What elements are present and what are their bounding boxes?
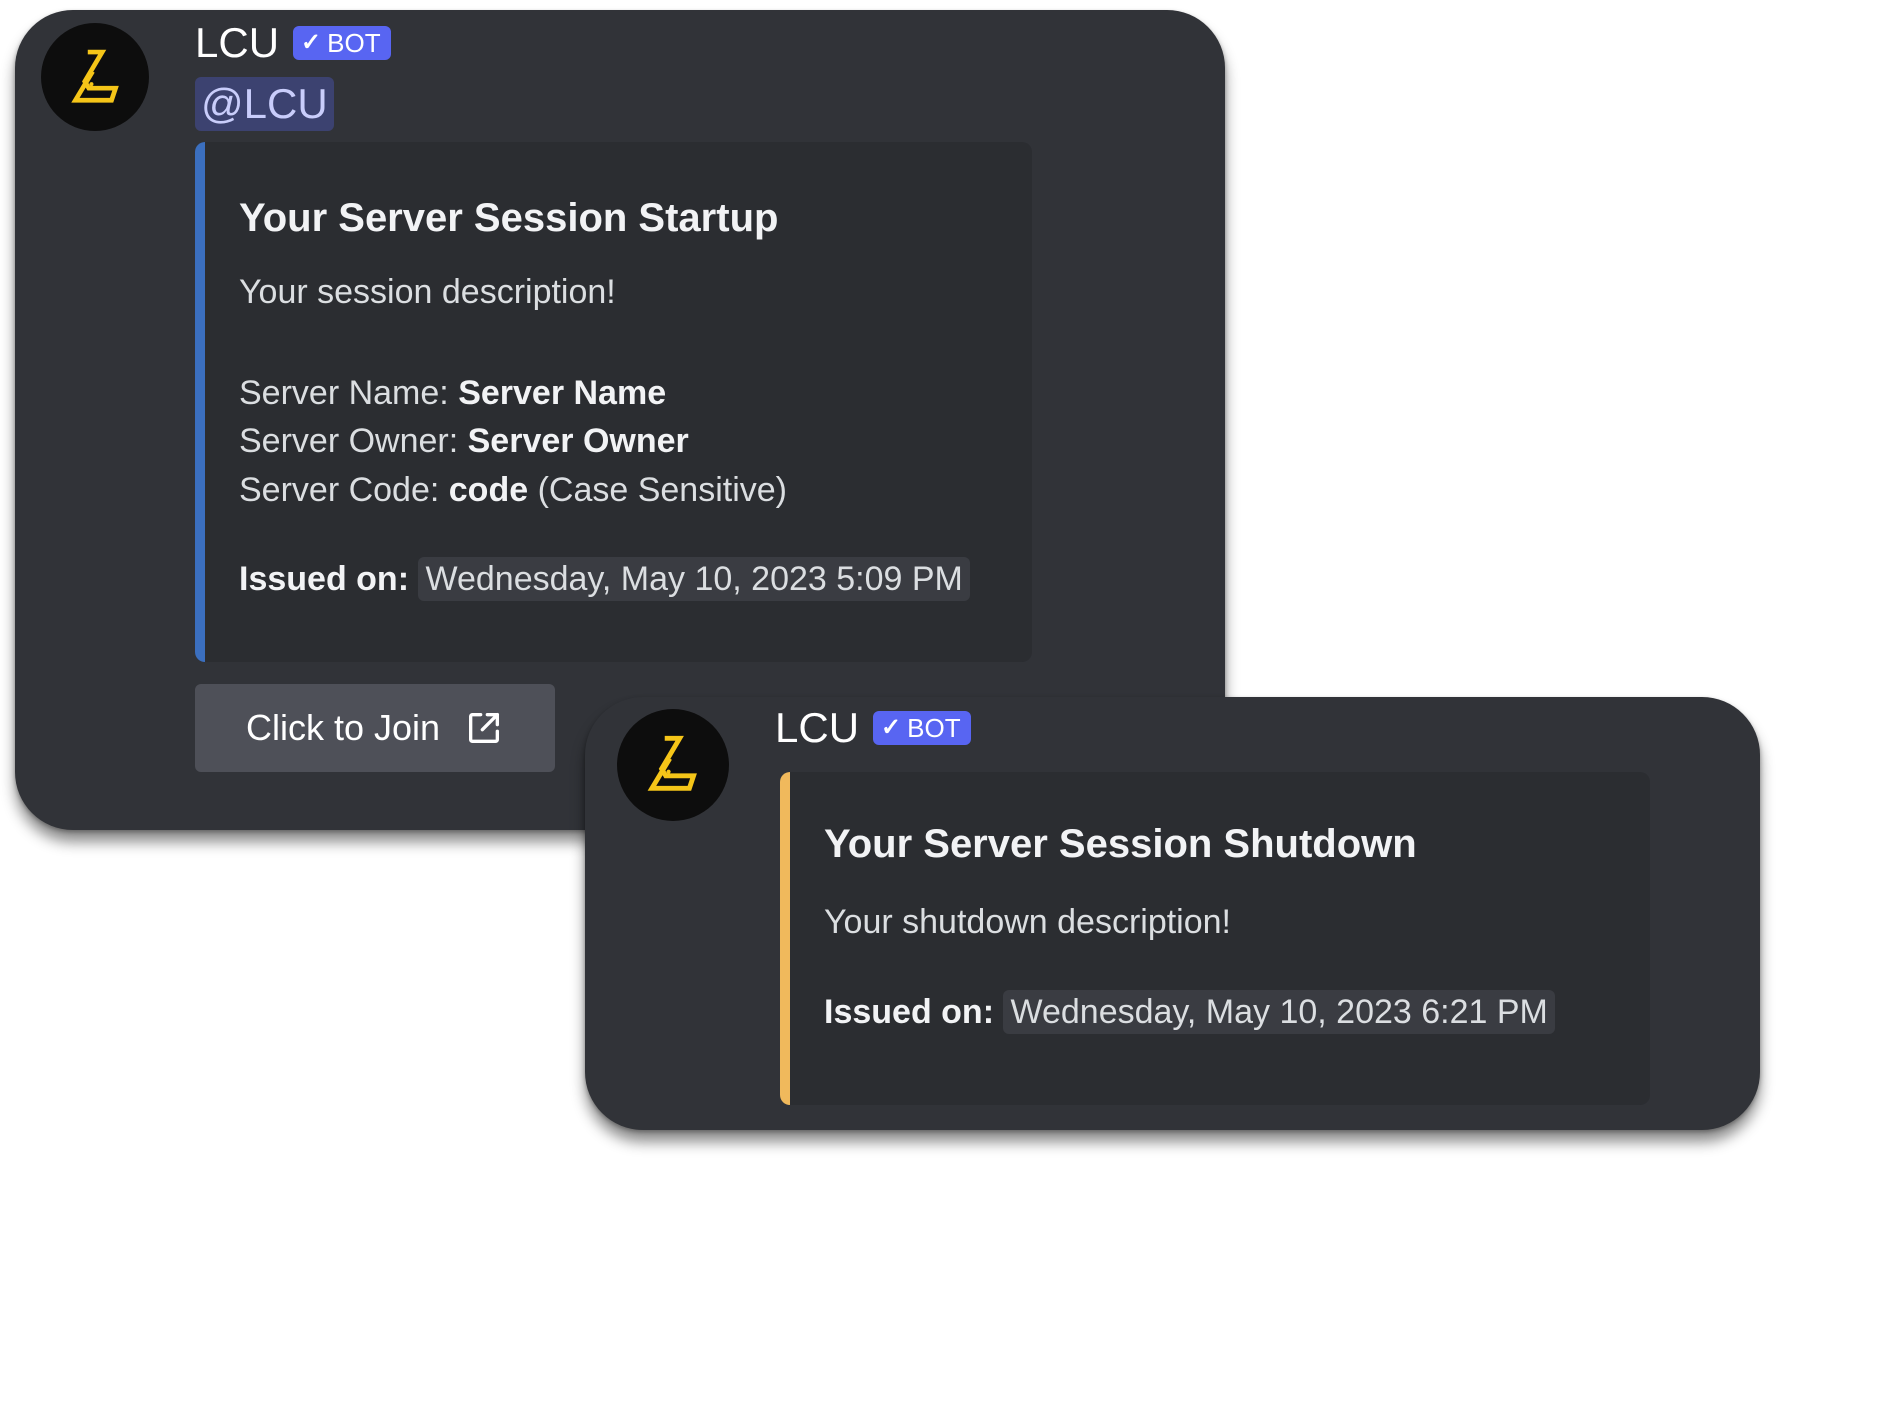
field-value: Server Owner — [467, 422, 689, 461]
timestamp[interactable]: Wednesday, May 10, 2023 6:21 PM — [1003, 989, 1555, 1034]
field-server-owner: Server Owner: Server Owner — [239, 417, 1002, 466]
check-icon: ✓ — [301, 29, 322, 56]
issued-on-line: Issued on: Wednesday, May 10, 2023 5:09 … — [239, 556, 1002, 604]
username[interactable]: LCU — [775, 707, 859, 749]
click-to-join-button[interactable]: Click to Join — [195, 684, 555, 772]
field-label: Server Owner: — [239, 422, 468, 461]
embed-fields: Server Name: Server Name Server Owner: S… — [239, 369, 1002, 515]
embed-body: Your Server Session Startup Your session… — [239, 142, 1002, 604]
field-server-code: Server Code: code (Case Sensitive) — [239, 466, 1002, 515]
embed-body: Your Server Session Shutdown Your shutdo… — [824, 772, 1620, 1036]
lcu-logo-icon — [647, 736, 698, 792]
stage: LCU ✓ BOT @LCU Your Server Session Start… — [0, 0, 1890, 1417]
check-icon: ✓ — [881, 714, 902, 741]
user-mention[interactable]: @LCU — [195, 77, 334, 132]
timestamp[interactable]: Wednesday, May 10, 2023 5:09 PM — [418, 557, 970, 602]
embed-description: Your session description! — [239, 273, 616, 311]
shutdown-embed: Your Server Session Shutdown Your shutdo… — [780, 772, 1650, 1105]
bot-badge: ✓ BOT — [293, 26, 391, 60]
username[interactable]: LCU — [195, 22, 279, 64]
embed-accent-bar — [195, 142, 205, 662]
bot-badge-label: BOT — [327, 28, 381, 58]
issued-on-line: Issued on: Wednesday, May 10, 2023 6:21 … — [824, 989, 1620, 1037]
field-value: code — [448, 470, 529, 509]
field-suffix: (Case Sensitive) — [528, 470, 787, 509]
embed-description: Your shutdown description! — [824, 903, 1232, 941]
external-link-icon — [469, 713, 500, 743]
startup-embed: Your Server Session Startup Your session… — [195, 142, 1032, 662]
lcu-logo-icon — [70, 49, 119, 103]
bot-avatar[interactable] — [617, 709, 729, 821]
embed-title: Your Server Session Shutdown — [824, 822, 1417, 866]
bot-avatar[interactable] — [41, 23, 149, 131]
embed-accent-bar — [780, 772, 790, 1105]
field-label: Server Name: — [239, 373, 459, 412]
field-label: Server Code: — [239, 470, 449, 509]
field-value: Server Name — [458, 373, 667, 412]
message-header: LCU ✓ BOT — [775, 707, 971, 749]
field-server-name: Server Name: Server Name — [239, 369, 1002, 418]
bot-badge-label: BOT — [907, 713, 961, 743]
issued-label: Issued on: — [239, 560, 410, 599]
issued-label: Issued on: — [824, 992, 995, 1031]
message-header: LCU ✓ BOT — [195, 22, 391, 64]
shutdown-message-card: LCU ✓ BOT Your Server Session Shutdown Y… — [585, 697, 1760, 1130]
bot-badge: ✓ BOT — [873, 711, 971, 745]
join-button-label: Click to Join — [245, 707, 441, 748]
embed-title: Your Server Session Startup — [239, 196, 779, 240]
